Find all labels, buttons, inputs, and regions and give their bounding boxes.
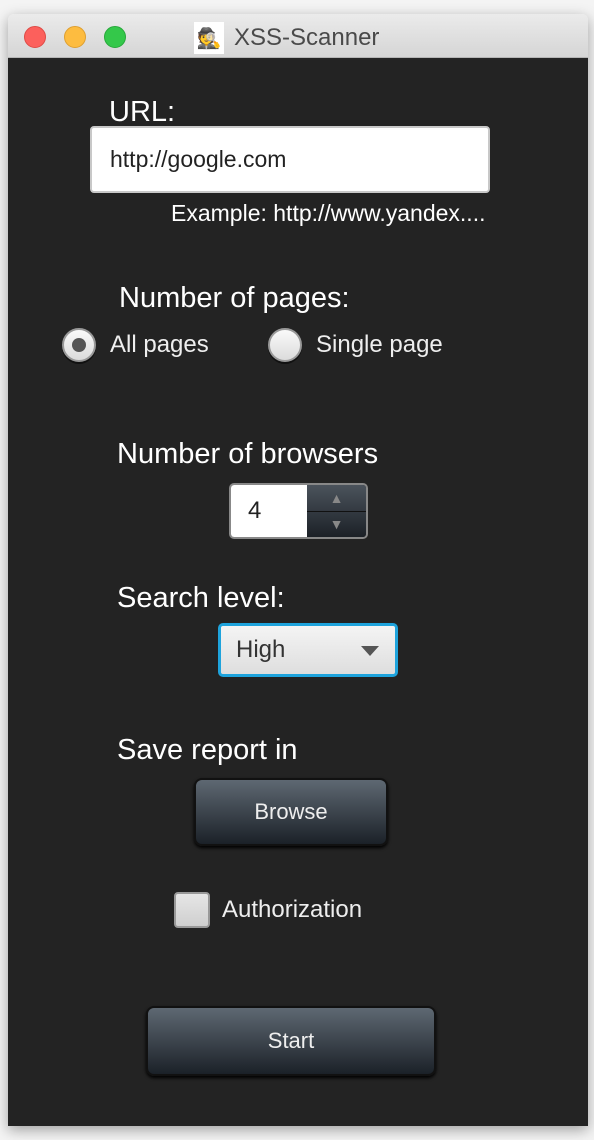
url-label: URL: (109, 96, 176, 128)
main-panel: URL: Example: http://www.yandex.... Numb… (8, 58, 588, 1126)
search-level-label: Search level: (117, 582, 285, 614)
url-input[interactable] (90, 126, 490, 193)
minimize-button[interactable] (64, 26, 86, 48)
radio-all-pages[interactable]: All pages (62, 328, 209, 362)
app-window: 🕵 XSS-Scanner URL: Example: http://www.y… (8, 14, 588, 1126)
chevron-down-icon (361, 646, 379, 656)
browsers-spinner[interactable]: 4 ▲ ▼ (229, 483, 368, 539)
url-hint: Example: http://www.yandex.... (171, 200, 486, 226)
radio-label: All pages (110, 331, 209, 358)
spinner-value[interactable]: 4 (231, 485, 307, 537)
close-button[interactable] (24, 26, 46, 48)
radio-label: Single page (316, 331, 443, 358)
radio-button[interactable] (268, 328, 302, 362)
detective-mascot-icon: 🕵 (194, 22, 224, 54)
report-label: Save report in (117, 734, 298, 766)
authorization-checkbox[interactable] (174, 892, 210, 928)
title-bar: 🕵 XSS-Scanner (8, 14, 588, 58)
window-title: 🕵 XSS-Scanner (194, 22, 379, 54)
radio-single-page[interactable]: Single page (268, 328, 443, 362)
browsers-label: Number of browsers (117, 438, 379, 470)
browse-button[interactable]: Browse (194, 778, 388, 846)
start-button[interactable]: Start (146, 1006, 436, 1076)
pages-label: Number of pages: (119, 282, 350, 314)
increment-arrow-icon[interactable]: ▲ (307, 485, 366, 511)
dropdown-value: High (236, 636, 286, 663)
decrement-arrow-icon[interactable]: ▼ (307, 510, 366, 538)
authorization-label: Authorization (222, 896, 363, 923)
radio-button[interactable] (62, 328, 96, 362)
search-level-dropdown[interactable]: High (218, 623, 398, 677)
maximize-button[interactable] (104, 26, 126, 48)
window-title-text: XSS-Scanner (234, 24, 380, 51)
